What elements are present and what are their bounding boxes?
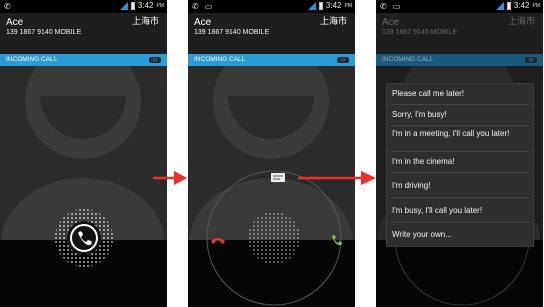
incoming-call-bar: INCOMING CALL ▭ (0, 54, 167, 66)
menu-divider (391, 125, 529, 126)
signal-icon (495, 1, 504, 10)
sms-icon: ▭ (392, 2, 401, 11)
caller-number: 139 1867 9140 MOBILE (382, 29, 458, 36)
write-your-own-option[interactable]: Write your own... (387, 230, 533, 240)
signal-icon (307, 1, 316, 10)
phone-screen-incoming: ✆ 3:42 PM Ace 139 1867 9140 MOBILE 上海市 I… (0, 0, 167, 307)
quick-reply-menu: Please call me later! Sorry, I'm busy! I… (386, 83, 534, 247)
menu-divider (391, 222, 529, 223)
status-ampm: PM (532, 2, 541, 9)
caller-location: 上海市 (507, 16, 535, 26)
quick-reply-message-icon[interactable] (270, 172, 286, 184)
caller-name: Ace (382, 17, 400, 28)
answer-glowpad-handle[interactable] (54, 208, 114, 268)
status-bar: ✆ ▭ 3:42 PM (376, 0, 543, 13)
quick-reply-option[interactable]: Sorry, I'm busy! (387, 110, 533, 120)
status-bar: ✆ 3:42 PM (0, 0, 167, 13)
signal-icon (119, 1, 128, 10)
menu-divider (391, 172, 529, 173)
quick-reply-option[interactable]: I'm busy, I'll call you later! (387, 206, 533, 216)
hd-voice-icon: ▭ (337, 57, 349, 63)
caller-location: 上海市 (319, 16, 347, 26)
incoming-call-label: INCOMING CALL (194, 56, 246, 63)
battery-icon (506, 1, 511, 10)
quick-reply-option[interactable]: I'm in the cinema! (387, 157, 533, 167)
caller-name: Ace (6, 17, 24, 28)
answer-call-icon[interactable] (330, 233, 344, 247)
quick-reply-option[interactable]: I'm in a meeting, I'll call you later! (387, 129, 533, 139)
hd-voice-icon: ▭ (149, 57, 161, 63)
menu-divider (391, 151, 529, 152)
phone-screen-glowpad: ✆ ▭ 3:42 PM Ace 139 1867 9140 MOBILE 上海市 … (188, 0, 355, 307)
quick-reply-option[interactable]: Please call me later! (387, 89, 533, 99)
menu-divider (391, 104, 529, 105)
status-ampm: PM (156, 2, 165, 9)
incoming-call-label: INCOMING CALL (6, 56, 58, 63)
menu-divider (391, 197, 529, 198)
arrow-icon (298, 171, 376, 185)
status-ampm: PM (344, 2, 353, 9)
call-notification-icon: ✆ (4, 2, 11, 11)
caller-number: 139 1867 9140 MOBILE (6, 29, 82, 36)
quick-reply-option[interactable]: I'm driving! (387, 181, 533, 191)
incoming-call-bar: INCOMING CALL ▭ (376, 54, 543, 66)
status-time: 3:42 (513, 1, 530, 10)
battery-icon (130, 1, 135, 10)
decline-call-icon[interactable] (210, 234, 226, 246)
caller-location: 上海市 (131, 16, 159, 26)
call-notification-icon: ✆ (380, 2, 387, 11)
incoming-call-bar: INCOMING CALL ▭ (188, 54, 355, 66)
status-time: 3:42 (137, 1, 154, 10)
battery-icon (318, 1, 323, 10)
hd-voice-icon: ▭ (525, 57, 537, 63)
sms-icon: ▭ (204, 2, 213, 11)
call-notification-icon: ✆ (192, 2, 199, 11)
caller-number: 139 1867 9140 MOBILE (194, 29, 270, 36)
status-time: 3:42 (325, 1, 342, 10)
incoming-call-label: INCOMING CALL (382, 56, 434, 63)
caller-name: Ace (194, 17, 212, 28)
phone-screen-quick-reply: ✆ ▭ 3:42 PM Ace 139 1867 9140 MOBILE 上海市 … (376, 0, 543, 307)
arrow-icon (153, 171, 187, 185)
status-bar: ✆ ▭ 3:42 PM (188, 0, 355, 13)
